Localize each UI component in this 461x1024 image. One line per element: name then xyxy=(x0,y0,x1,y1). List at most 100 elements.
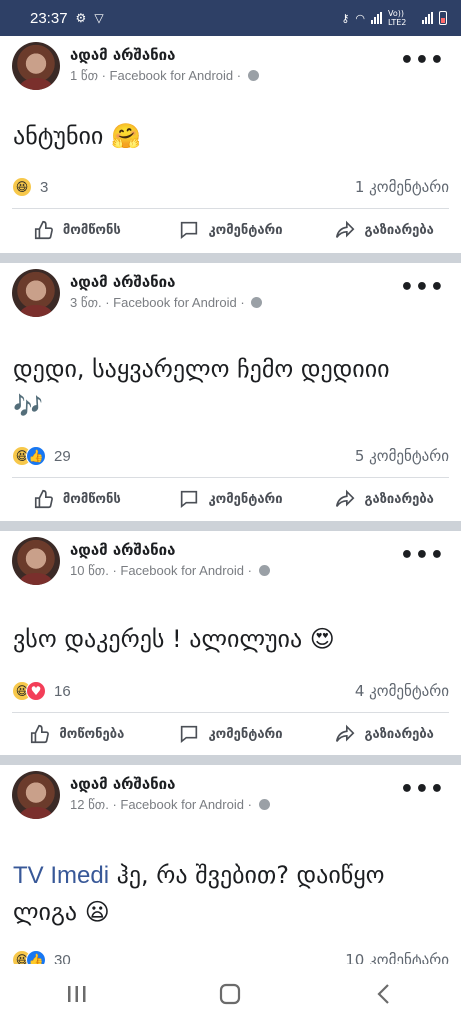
post-separator xyxy=(0,755,461,765)
back-icon xyxy=(377,984,389,1004)
author-name[interactable]: ადამ არშანია xyxy=(70,775,175,793)
comment-button[interactable]: კომენტარი xyxy=(154,479,308,519)
like-button[interactable]: მომწონს xyxy=(0,479,154,519)
battery-icon xyxy=(439,11,447,25)
post-source: Facebook for Android xyxy=(120,797,244,812)
share-icon xyxy=(336,724,355,742)
post-header: ადამ არშანია 3 წთ. · Facebook for Androi… xyxy=(0,263,461,323)
comment-count[interactable]: 10 კომენტარი xyxy=(345,951,449,964)
comment-label: კომენტარი xyxy=(208,726,283,742)
recent-apps-button[interactable] xyxy=(47,974,107,1014)
post-header: ადამ არშანია 1 წთ · Facebook for Android… xyxy=(0,36,461,96)
more-options-icon[interactable]: ••• xyxy=(400,543,445,568)
post: ადამ არშანია 1 წთ · Facebook for Android… xyxy=(0,36,461,253)
like-button[interactable]: მომწონს xyxy=(0,210,154,250)
reactions-bar[interactable]: 😆 3 1 კომენტარი xyxy=(12,175,449,199)
share-icon xyxy=(336,489,355,507)
post-time[interactable]: 10 წთ. xyxy=(70,563,109,578)
post-time[interactable]: 12 წთ. xyxy=(70,797,109,812)
post-header: ადამ არშანია 12 წთ. · Facebook for Andro… xyxy=(0,765,461,825)
post-source: Facebook for Android xyxy=(109,68,234,83)
comment-button[interactable]: კომენტარი xyxy=(154,714,308,754)
avatar[interactable] xyxy=(12,771,60,819)
share-button[interactable]: გაზიარება xyxy=(307,479,461,519)
like-reaction-icon: 👍 xyxy=(26,950,46,964)
comment-icon xyxy=(181,490,198,509)
news-feed[interactable]: ადამ არშანია 1 წთ · Facebook for Android… xyxy=(0,36,461,964)
author-name[interactable]: ადამ არშანია xyxy=(70,541,175,559)
author-name[interactable]: ადამ არშანია xyxy=(70,46,175,64)
post-text: ანტუნიი 🤗 xyxy=(13,118,448,155)
recent-apps-icon xyxy=(67,986,86,1002)
post-meta: 1 წთ · Facebook for Android · xyxy=(70,68,259,84)
share-label: გაზიარება xyxy=(364,726,434,742)
comment-count[interactable]: 5 კომენტარი xyxy=(355,447,449,465)
reactions-bar[interactable]: 😆 👍 29 5 კომენტარი xyxy=(12,444,449,468)
post-text-body: ანტუნიი 🤗 xyxy=(13,122,141,150)
post-header: ადამ არშანია 10 წთ. · Facebook for Andro… xyxy=(0,531,461,591)
comment-icon xyxy=(181,725,198,744)
love-reaction-icon: ♥ xyxy=(26,681,46,701)
reaction-count[interactable]: 30 xyxy=(54,952,71,965)
avatar[interactable] xyxy=(12,537,60,585)
post-source: Facebook for Android xyxy=(113,295,237,310)
status-time: 23:37 xyxy=(30,9,68,27)
status-right: ⚷ ◠ Vo)) LTE2 xyxy=(341,9,447,27)
avatar[interactable] xyxy=(12,42,60,90)
divider xyxy=(12,208,449,209)
status-bar: 23:37 ⚙ ▽ ⚷ ◠ Vo)) LTE2 xyxy=(0,0,461,36)
more-options-icon[interactable]: ••• xyxy=(400,275,445,300)
like-reaction-icon: 👍 xyxy=(26,446,46,466)
shield-status-icon: ▽ xyxy=(94,11,104,25)
share-label: გაზიარება xyxy=(364,222,434,238)
post-time[interactable]: 3 წთ. xyxy=(70,295,102,310)
reaction-count[interactable]: 3 xyxy=(40,179,48,196)
back-button[interactable] xyxy=(354,974,414,1014)
comment-count[interactable]: 1 კომენტარი xyxy=(355,178,449,196)
android-nav-bar xyxy=(0,964,461,1024)
globe-icon xyxy=(247,70,259,81)
comment-icon xyxy=(181,221,198,240)
post-meta: 3 წთ. · Facebook for Android · xyxy=(70,295,263,311)
post-actions: მოწონება კომენტარი გაზიარება xyxy=(0,714,461,754)
post-actions: მომწონს კომენტარი გაზიარება xyxy=(0,479,461,519)
avatar[interactable] xyxy=(12,269,60,317)
comment-label: კომენტარი xyxy=(208,222,283,238)
post-text: ვსო დაკერეს ! ალილუია 😍 xyxy=(13,621,448,658)
wifi-icon: ◠ xyxy=(355,11,365,25)
reaction-count[interactable]: 16 xyxy=(54,683,71,700)
comment-button[interactable]: კომენტარი xyxy=(154,210,308,250)
key-icon: ⚷ xyxy=(341,11,350,25)
post: ადამ არშანია 3 წთ. · Facebook for Androi… xyxy=(0,263,461,521)
post-source: Facebook for Android xyxy=(120,563,244,578)
like-label: მომწონს xyxy=(62,491,121,507)
home-icon xyxy=(220,983,241,1005)
like-label: მომწონს xyxy=(62,222,121,238)
post-separator xyxy=(0,253,461,263)
post-text: TV Imedi ჰე, რა შვებით? დაიწყო ლიგა 😦 xyxy=(13,857,393,931)
divider xyxy=(12,477,449,478)
post-meta: 12 წთ. · Facebook for Android · xyxy=(70,797,270,813)
comment-count[interactable]: 4 კომენტარი xyxy=(355,682,449,700)
reactions-bar[interactable]: 😆 👍 30 10 კომენტარი xyxy=(12,948,449,964)
share-button[interactable]: გაზიარება xyxy=(307,714,461,754)
comment-label: კომენტარი xyxy=(208,491,283,507)
globe-icon xyxy=(258,565,270,576)
page-tag-link[interactable]: TV Imedi xyxy=(13,862,109,889)
post-meta: 10 წთ. · Facebook for Android · xyxy=(70,563,270,579)
post-text-body: ვსო დაკერეს ! ალილუია 😍 xyxy=(13,625,335,653)
reaction-count[interactable]: 29 xyxy=(54,448,71,465)
author-name[interactable]: ადამ არშანია xyxy=(70,273,175,291)
post: ადამ არშანია 10 წთ. · Facebook for Andro… xyxy=(0,531,461,755)
reactions-bar[interactable]: 😆 ♥ 16 4 კომენტარი xyxy=(12,679,449,703)
more-options-icon[interactable]: ••• xyxy=(400,48,445,73)
post-time[interactable]: 1 წთ xyxy=(70,68,98,83)
share-button[interactable]: გაზიარება xyxy=(307,210,461,250)
globe-icon xyxy=(258,799,270,810)
like-button[interactable]: მოწონება xyxy=(0,714,154,754)
like-icon xyxy=(34,220,53,240)
divider xyxy=(12,712,449,713)
more-options-icon[interactable]: ••• xyxy=(400,777,445,802)
globe-icon xyxy=(251,297,263,308)
home-button[interactable] xyxy=(200,974,260,1014)
